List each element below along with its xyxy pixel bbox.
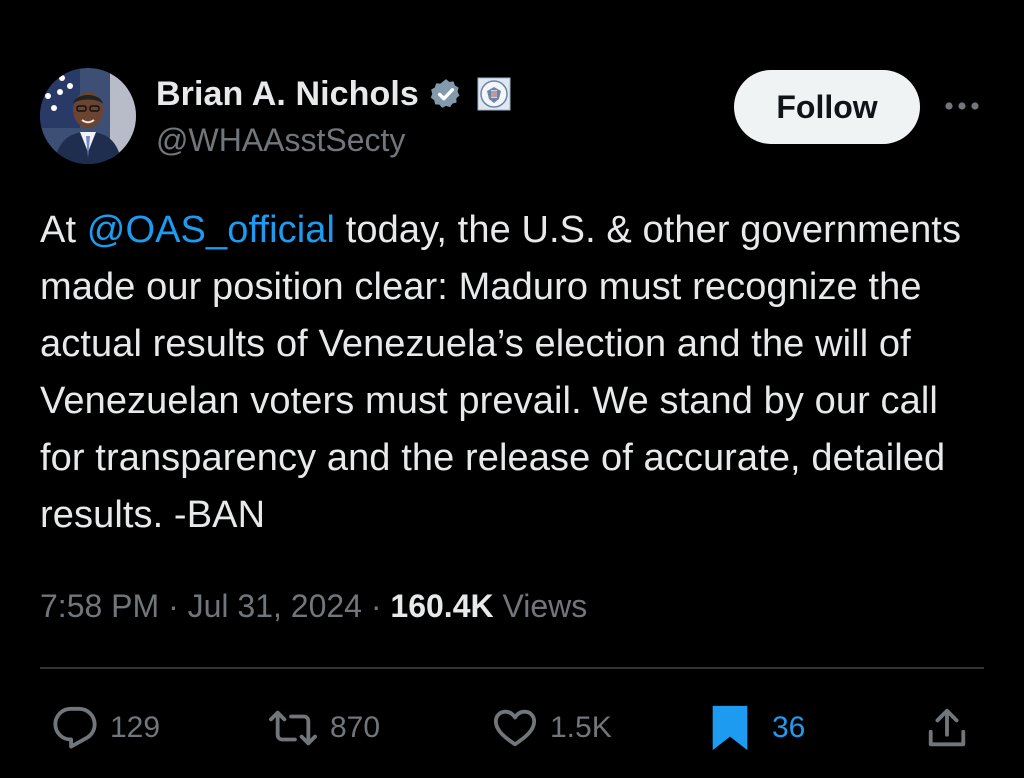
- us-state-department-seal-icon[interactable]: [477, 77, 511, 111]
- author-handle[interactable]: @WHAAsstSecty: [156, 122, 511, 162]
- more-options-button[interactable]: [940, 94, 984, 120]
- share-icon: [924, 705, 970, 751]
- bookmark-button[interactable]: 36: [708, 700, 805, 756]
- tweet-text: At @OAS_official today, the U.S. & other…: [40, 202, 970, 544]
- tweet-text-prefix: At: [40, 209, 87, 251]
- bookmark-count: 36: [772, 711, 806, 744]
- avatar[interactable]: [40, 68, 136, 164]
- follow-button[interactable]: Follow: [734, 70, 920, 144]
- share-button[interactable]: [924, 700, 970, 756]
- tweet-meta: 7:58 PM · Jul 31, 2024 · 160.4K Views: [40, 584, 587, 628]
- tweet-time[interactable]: 7:58 PM: [40, 588, 159, 624]
- meta-separator: ·: [361, 588, 391, 624]
- reply-button[interactable]: 129: [52, 700, 160, 756]
- tweet-header: Brian A. Nichols @WHAAsstSecty Follow: [40, 68, 984, 168]
- repost-count: 870: [330, 711, 381, 744]
- repost-button[interactable]: 870: [268, 700, 380, 756]
- meta-separator: ·: [159, 588, 188, 624]
- more-horizontal-icon: [944, 98, 980, 116]
- mention-link[interactable]: @OAS_official: [87, 209, 335, 251]
- views-label: Views: [493, 588, 588, 624]
- tweet-date[interactable]: Jul 31, 2024: [188, 588, 362, 624]
- like-count: 1.5K: [550, 711, 612, 744]
- author-name-row: Brian A. Nichols: [156, 72, 511, 116]
- reply-icon: [52, 705, 98, 751]
- views-count[interactable]: 160.4K: [390, 588, 493, 624]
- bookmark-filled-icon: [708, 703, 752, 753]
- author-name[interactable]: Brian A. Nichols: [156, 75, 419, 114]
- tweet-text-body: today, the U.S. & other governments made…: [40, 209, 962, 536]
- action-bar: 129 870 1.5K 36: [40, 700, 984, 756]
- like-button[interactable]: 1.5K: [492, 700, 612, 756]
- divider: [40, 667, 984, 669]
- repost-icon: [268, 705, 318, 751]
- verified-badge-icon[interactable]: [429, 77, 463, 111]
- reply-count: 129: [110, 711, 161, 744]
- author-identity: Brian A. Nichols @WHAAsstSecty: [156, 72, 511, 162]
- heart-icon: [492, 705, 538, 751]
